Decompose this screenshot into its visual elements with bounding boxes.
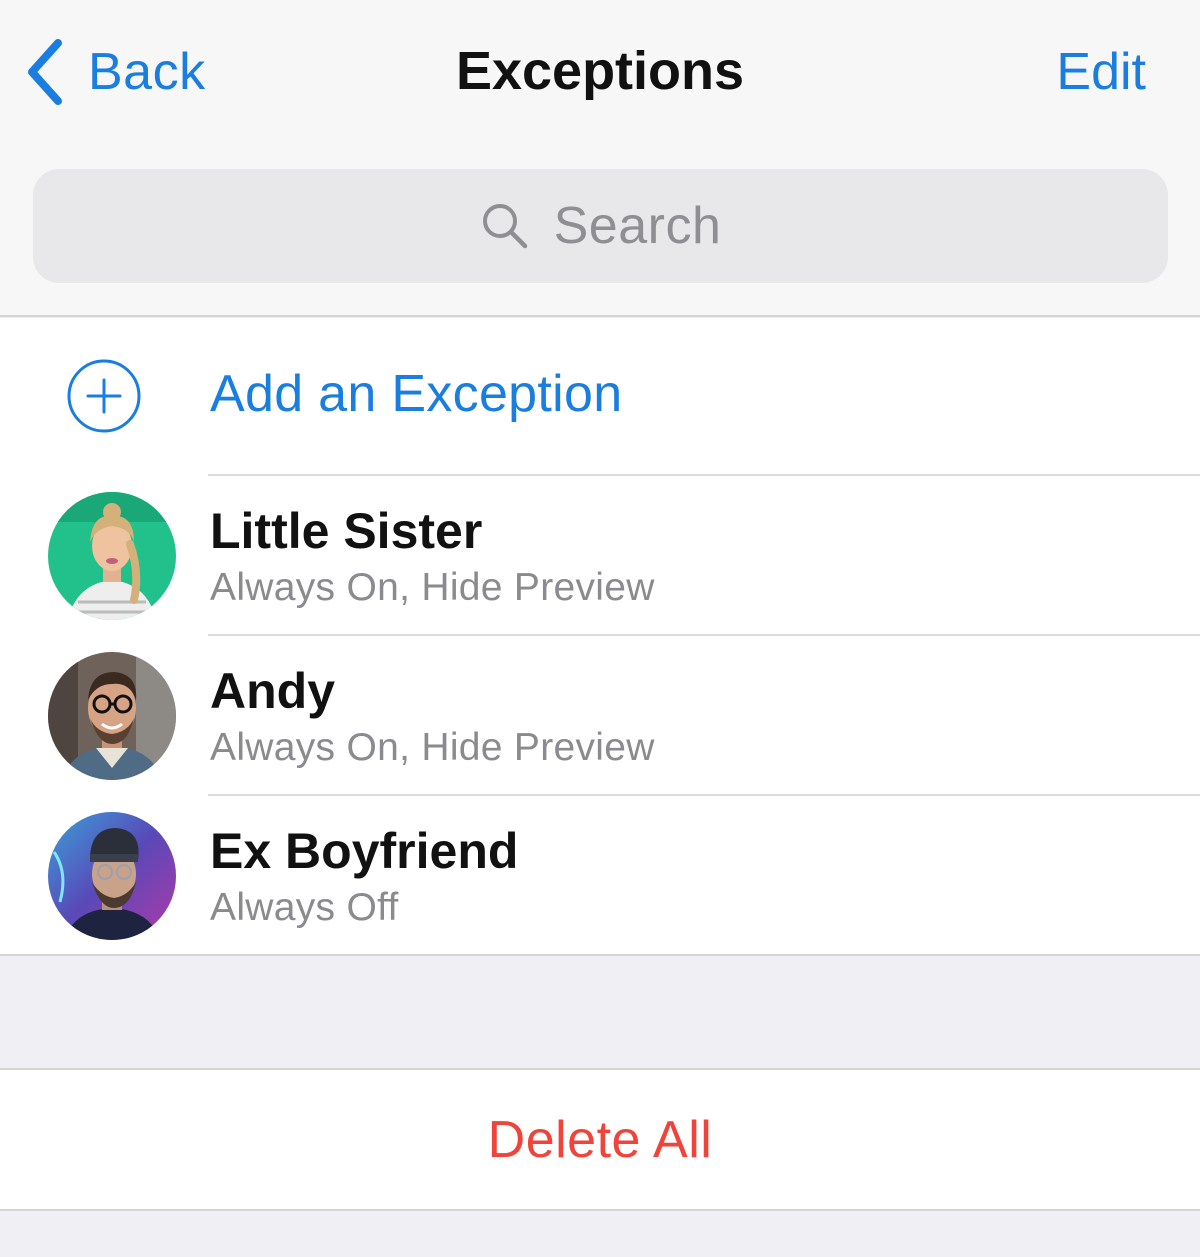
edit-button[interactable]: Edit — [1056, 42, 1146, 102]
contact-row-little-sister[interactable]: Little Sister Always On, Hide Preview — [0, 476, 1200, 636]
contact-name: Andy — [210, 663, 335, 719]
plus-circle-icon — [67, 359, 141, 433]
search-placeholder: Search — [553, 197, 722, 255]
contact-status: Always Off — [210, 886, 399, 929]
add-exception-label: Add an Exception — [210, 365, 623, 423]
delete-all-button[interactable]: Delete All — [0, 1068, 1200, 1211]
navigation-header: Back Exceptions Edit Search — [0, 0, 1200, 317]
contact-row-andy[interactable]: Andy Always On, Hide Preview — [0, 636, 1200, 796]
page-title: Exceptions — [455, 41, 745, 101]
avatar-little-sister — [48, 492, 176, 620]
search-icon — [482, 204, 527, 249]
contact-status: Always On, Hide Preview — [210, 566, 655, 609]
avatar — [48, 812, 176, 940]
contact-name: Ex Boyfriend — [210, 823, 519, 879]
search-bar[interactable]: Search — [33, 169, 1168, 283]
delete-all-label: Delete All — [487, 1110, 713, 1169]
exceptions-list: Add an Exception Little Sister Always On… — [0, 318, 1200, 956]
avatar — [48, 492, 176, 620]
contact-name: Little Sister — [210, 503, 483, 559]
contact-status: Always On, Hide Preview — [210, 726, 655, 769]
avatar-ex-boyfriend — [48, 812, 176, 940]
add-exception-row[interactable]: Add an Exception — [0, 318, 1200, 476]
contact-row-ex-boyfriend[interactable]: Ex Boyfriend Always Off — [0, 796, 1200, 956]
avatar — [48, 652, 176, 780]
avatar-andy — [48, 652, 176, 780]
